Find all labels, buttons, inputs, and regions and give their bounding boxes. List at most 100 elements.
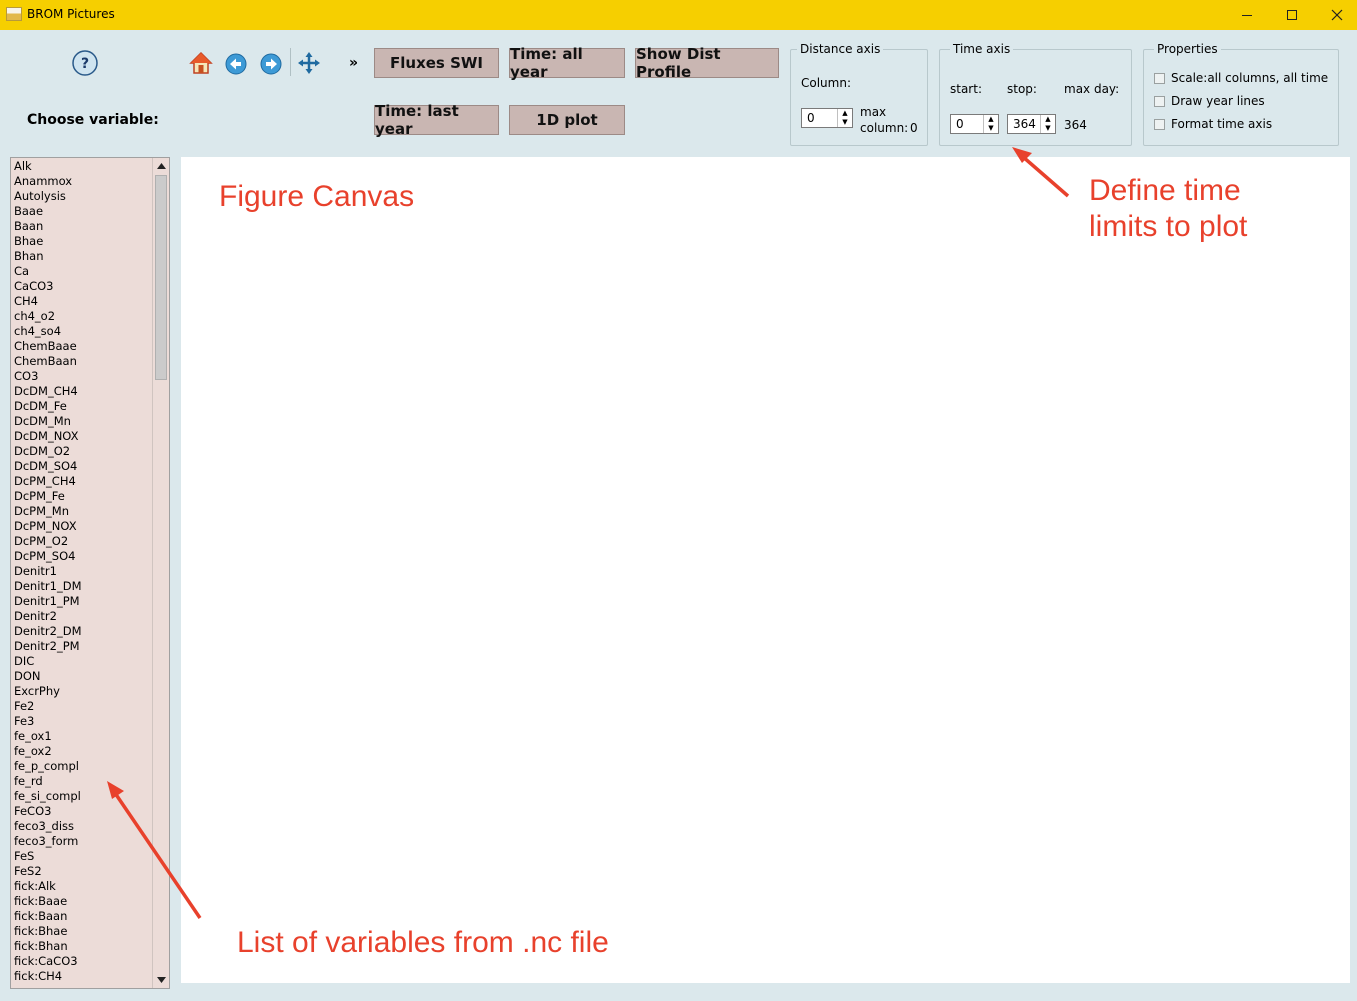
draw-year-lines-checkbox[interactable]: Draw year lines: [1154, 93, 1265, 109]
stop-spin-arrows[interactable]: ▲ ▼: [1040, 115, 1055, 133]
variable-list[interactable]: Alk Anammox Autolysis Baae Baan Bhae Bhan Ca CaC…: [10, 157, 170, 989]
close-button[interactable]: [1314, 0, 1357, 30]
list-item[interactable]: DcPM_Fe: [14, 489, 154, 504]
list-item[interactable]: DcDM_CH4: [14, 384, 154, 399]
list-item[interactable]: Anammox: [14, 174, 154, 189]
list-item[interactable]: fick:Baae: [14, 894, 154, 909]
list-item[interactable]: DcPM_CH4: [14, 474, 154, 489]
column-spin-arrows[interactable]: ▲ ▼: [837, 109, 852, 127]
start-label: start:: [950, 82, 982, 96]
list-item[interactable]: fick:CaCO3: [14, 954, 154, 969]
time-last-year-button[interactable]: Time: last year: [374, 102, 499, 138]
list-item[interactable]: DcDM_Mn: [14, 414, 154, 429]
scroll-up-button[interactable]: [153, 158, 169, 174]
variable-list-scrollbar[interactable]: [152, 158, 169, 988]
list-item[interactable]: DcDM_SO4: [14, 459, 154, 474]
max-day-value: 364: [1064, 118, 1087, 132]
list-item[interactable]: fe_p_compl: [14, 759, 154, 774]
list-item[interactable]: feco3_form: [14, 834, 154, 849]
list-item[interactable]: ch4_o2: [14, 309, 154, 324]
list-item[interactable]: Denitr1: [14, 564, 154, 579]
list-item[interactable]: Ca: [14, 264, 154, 279]
list-item[interactable]: Denitr2_DM: [14, 624, 154, 639]
spin-down-icon[interactable]: ▼: [984, 124, 998, 133]
toolbar-overflow-button[interactable]: »: [349, 55, 358, 71]
list-item[interactable]: CaCO3: [14, 279, 154, 294]
list-item[interactable]: fick:Bhan: [14, 939, 154, 954]
list-item[interactable]: fe_ox2: [14, 744, 154, 759]
1d-plot-button[interactable]: 1D plot: [509, 105, 625, 135]
list-item[interactable]: fick:Bhae: [14, 924, 154, 939]
list-item[interactable]: fe_si_compl: [14, 789, 154, 804]
list-item[interactable]: ExcrPhy: [14, 684, 154, 699]
list-item[interactable]: Denitr1_PM: [14, 594, 154, 609]
list-item[interactable]: Baae: [14, 204, 154, 219]
list-item[interactable]: Fe3: [14, 714, 154, 729]
pan-button[interactable]: [296, 50, 322, 76]
list-item[interactable]: DcPM_O2: [14, 534, 154, 549]
fluxes-swi-button[interactable]: Fluxes SWI: [374, 48, 499, 78]
list-item[interactable]: fe_ox1: [14, 729, 154, 744]
stop-spinbox[interactable]: 364 ▲ ▼: [1007, 114, 1056, 134]
list-item[interactable]: fick:Alk: [14, 879, 154, 894]
list-item[interactable]: fe_rd: [14, 774, 154, 789]
list-item[interactable]: Autolysis: [14, 189, 154, 204]
spin-up-icon[interactable]: ▲: [1041, 115, 1055, 124]
format-time-axis-checkbox[interactable]: Format time axis: [1154, 116, 1272, 132]
list-item[interactable]: CH4: [14, 294, 154, 309]
checkbox-box[interactable]: [1154, 72, 1165, 84]
maximize-button[interactable]: [1269, 0, 1315, 30]
list-item[interactable]: ch4_so4: [14, 324, 154, 339]
list-item[interactable]: feco3_diss: [14, 819, 154, 834]
back-button[interactable]: [223, 51, 249, 77]
pan-icon: [298, 52, 320, 74]
properties-title: Properties: [1154, 42, 1221, 56]
checkbox-box[interactable]: [1154, 95, 1165, 107]
list-item[interactable]: ChemBaan: [14, 354, 154, 369]
list-item[interactable]: DcDM_O2: [14, 444, 154, 459]
list-item[interactable]: DcDM_NOX: [14, 429, 154, 444]
list-item[interactable]: ChemBaae: [14, 339, 154, 354]
scroll-thumb[interactable]: [155, 175, 167, 380]
scale-all-columns-checkbox[interactable]: Scale:all columns, all time: [1154, 70, 1328, 86]
figure-canvas[interactable]: [181, 157, 1350, 983]
list-item[interactable]: DcPM_SO4: [14, 549, 154, 564]
forward-button[interactable]: [258, 51, 284, 77]
help-button[interactable]: ?: [72, 50, 98, 76]
time-all-year-button[interactable]: Time: all year: [509, 45, 625, 81]
column-spinbox[interactable]: 0 ▲ ▼: [801, 108, 853, 128]
list-item[interactable]: Baan: [14, 219, 154, 234]
list-item[interactable]: DcPM_NOX: [14, 519, 154, 534]
show-dist-profile-button[interactable]: Show Dist Profile: [635, 45, 779, 81]
minimize-button[interactable]: [1224, 0, 1270, 30]
checkbox-box[interactable]: [1154, 118, 1165, 130]
list-item[interactable]: FeCO3: [14, 804, 154, 819]
scroll-up-icon: [156, 163, 166, 169]
spin-up-icon[interactable]: ▲: [838, 109, 852, 118]
list-item[interactable]: FeS: [14, 849, 154, 864]
spin-up-icon[interactable]: ▲: [984, 115, 998, 124]
list-item[interactable]: Alk: [14, 159, 154, 174]
start-spinbox[interactable]: 0 ▲ ▼: [950, 114, 999, 134]
list-item[interactable]: FeS2: [14, 864, 154, 879]
spin-down-icon[interactable]: ▼: [838, 118, 852, 127]
list-item[interactable]: Bhae: [14, 234, 154, 249]
list-item[interactable]: DcDM_Fe: [14, 399, 154, 414]
list-item[interactable]: fick:Baan: [14, 909, 154, 924]
start-spin-arrows[interactable]: ▲ ▼: [983, 115, 998, 133]
list-item[interactable]: Fe2: [14, 699, 154, 714]
checkbox-label: Format time axis: [1171, 117, 1273, 131]
list-item[interactable]: CO3: [14, 369, 154, 384]
spin-down-icon[interactable]: ▼: [1041, 124, 1055, 133]
app-icon: [6, 7, 22, 21]
list-item[interactable]: Denitr1_DM: [14, 579, 154, 594]
scroll-down-button[interactable]: [153, 972, 169, 988]
home-button[interactable]: [188, 50, 214, 76]
list-item[interactable]: Denitr2_PM: [14, 639, 154, 654]
list-item[interactable]: Bhan: [14, 249, 154, 264]
list-item[interactable]: DIC: [14, 654, 154, 669]
list-item[interactable]: DcPM_Mn: [14, 504, 154, 519]
list-item[interactable]: DON: [14, 669, 154, 684]
list-item[interactable]: fick:CH4: [14, 969, 154, 984]
list-item[interactable]: Denitr2: [14, 609, 154, 624]
